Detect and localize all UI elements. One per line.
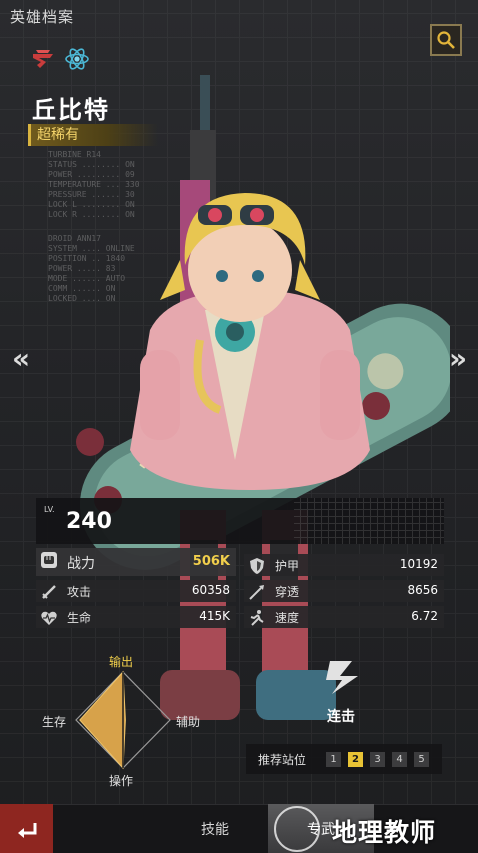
stat-armor-value: 10192 [399, 557, 438, 571]
level-bar: LV. 240 [36, 498, 444, 544]
position-slot-1: 1 [326, 752, 341, 767]
stat-power[interactable]: 战力 506K [36, 548, 236, 576]
stat-speed-label: 速度 [275, 611, 300, 625]
heart-icon [41, 611, 57, 625]
stat-attack-label: 攻击 [67, 585, 92, 599]
role-label-bottom: 操作 [109, 774, 134, 788]
role-diamond-chart: 输出 生存 辅助 操作 [40, 650, 220, 790]
recommended-position: 推荐站位 1 2 3 4 5 [246, 744, 442, 774]
stat-attack-value: 60358 [191, 583, 230, 597]
stat-pierce[interactable]: 穿透 8656 [244, 580, 444, 602]
sword-icon [42, 585, 56, 599]
tab-skill[interactable]: 技能 [180, 804, 250, 853]
page-title: 英雄档案 [10, 8, 75, 26]
stat-attack[interactable]: 攻击 60358 [36, 580, 236, 602]
return-arrow-icon [17, 822, 36, 838]
shield-icon [250, 558, 264, 574]
position-slot-5: 5 [414, 752, 429, 767]
faction-emblem-icon[interactable] [30, 46, 56, 72]
level-bar-decoration [294, 498, 444, 544]
stat-health-value: 415K [199, 609, 230, 623]
level-label: LV. [44, 505, 55, 514]
stat-armor-label: 护甲 [275, 559, 300, 573]
fist-icon [41, 552, 57, 568]
stat-pierce-label: 穿透 [275, 585, 300, 599]
stat-pierce-value: 8656 [407, 583, 438, 597]
spear-icon [249, 585, 264, 600]
stat-power-value: 506K [192, 554, 230, 569]
magnifier-icon [437, 31, 455, 49]
watermark-text: 地理教师 [332, 818, 437, 847]
stat-speed[interactable]: 速度 6.72 [244, 606, 444, 628]
stat-speed-value: 6.72 [411, 609, 438, 623]
rarity-badge: 超稀有 [28, 124, 158, 146]
stat-health-label: 生命 [67, 611, 92, 625]
role-diamond-fill [79, 670, 126, 770]
formation-label: 推荐站位 [258, 753, 307, 767]
atom-type-icon[interactable] [64, 46, 90, 72]
stat-power-label: 战力 [67, 556, 95, 572]
search-button[interactable] [430, 24, 462, 56]
prev-hero-button[interactable]: « [8, 342, 34, 375]
lightning-icon [326, 661, 358, 694]
combo-label: 连击 [327, 709, 355, 725]
position-slot-2: 2 [348, 752, 363, 767]
role-label-left: 生存 [42, 715, 67, 729]
role-label-right: 辅助 [176, 715, 201, 729]
back-button[interactable] [0, 804, 53, 853]
next-hero-button[interactable]: » [445, 342, 471, 375]
runner-icon [250, 610, 264, 626]
stat-health[interactable]: 生命 415K [36, 606, 236, 628]
hero-name: 丘比特 [32, 96, 110, 124]
level-value: 240 [66, 509, 112, 534]
stats-panel: LV. 240 战力 506K 护甲 10192 攻击 60358 穿透 865… [36, 498, 444, 632]
position-slot-4: 4 [392, 752, 407, 767]
watermark-stamp [274, 806, 320, 852]
role-label-top: 输出 [109, 655, 134, 669]
stat-armor[interactable]: 护甲 10192 [244, 554, 444, 576]
position-slot-3: 3 [370, 752, 385, 767]
